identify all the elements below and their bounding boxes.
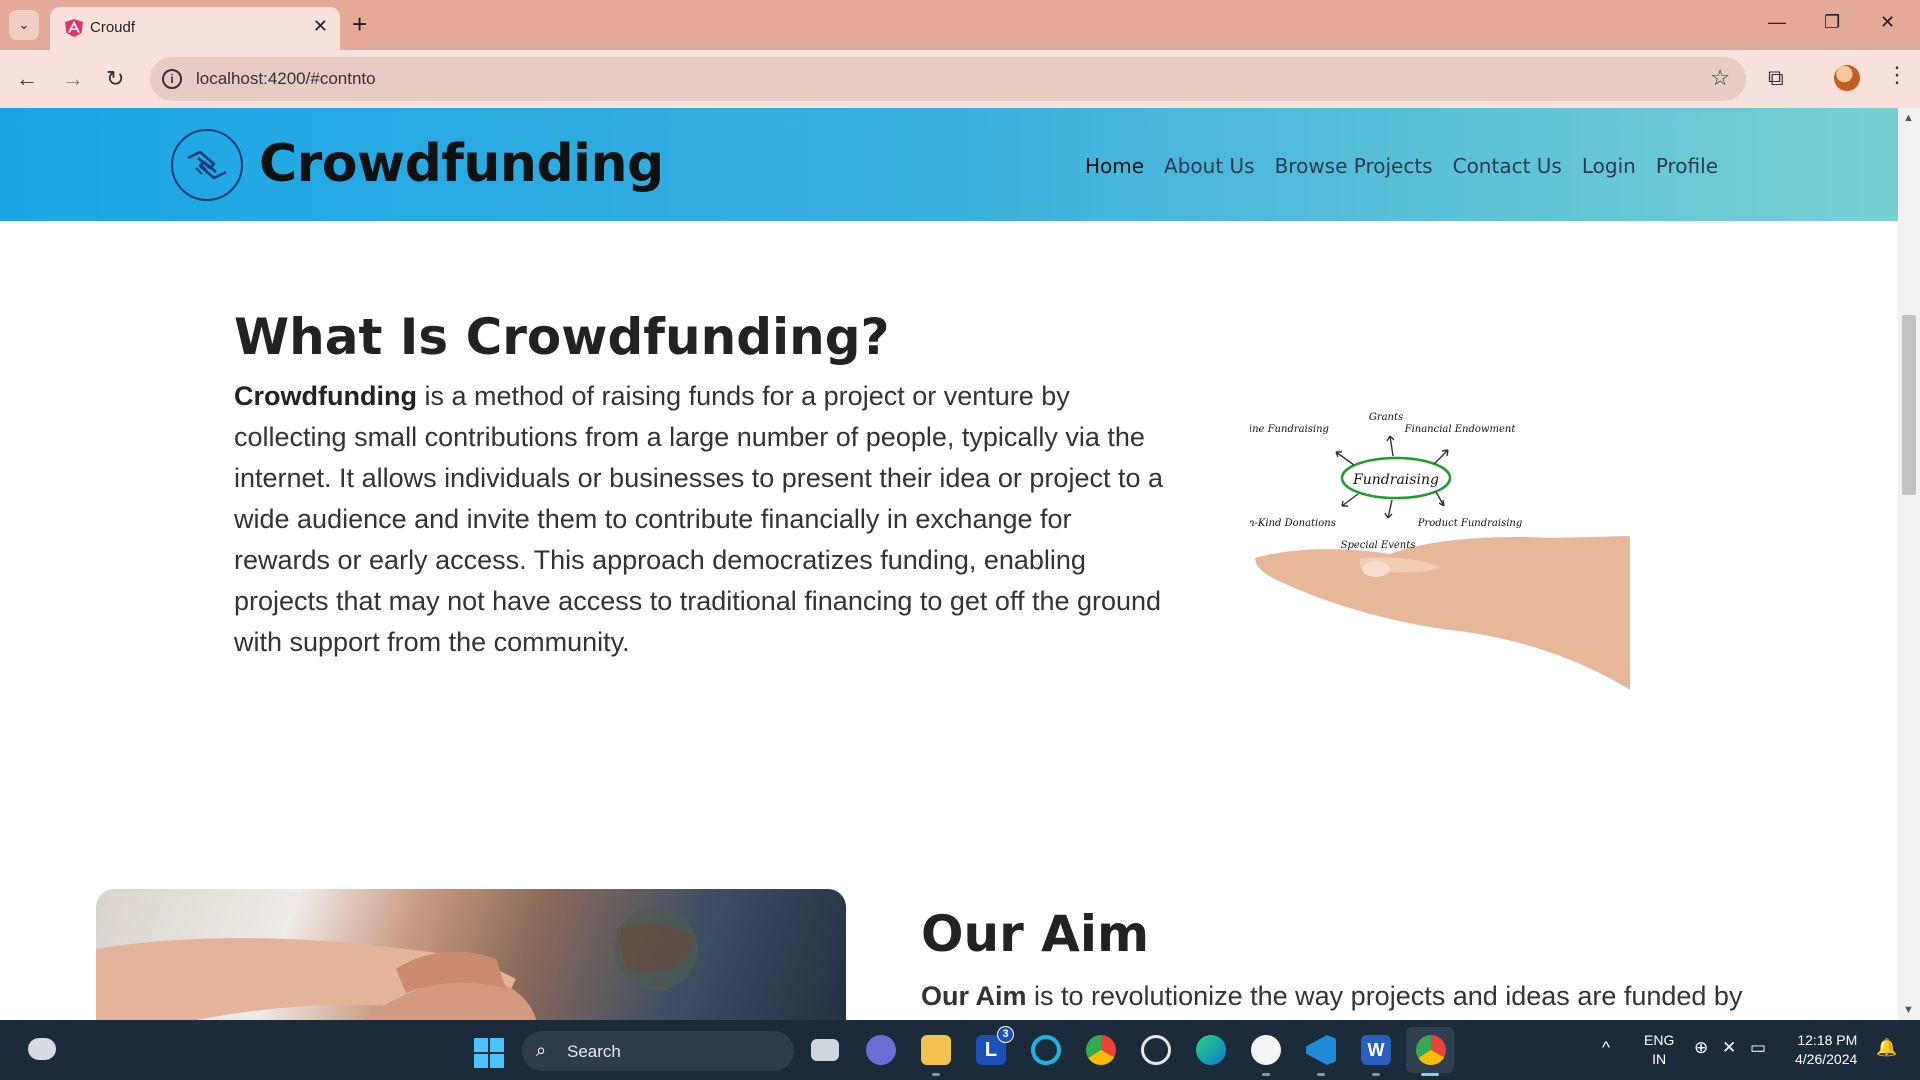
chrome-profile-icon[interactable] [1416, 1035, 1446, 1065]
reload-icon[interactable]: ↻ [106, 64, 124, 94]
start-logo-pane [490, 1054, 504, 1068]
minimize-icon[interactable]: — [1768, 12, 1786, 33]
clock-time: 12:18 PM [1797, 1032, 1858, 1048]
taskbar-search[interactable]: ⌕ Search [522, 1031, 794, 1071]
notifications-icon[interactable]: 🔔 [1876, 1038, 1897, 1058]
system-clock[interactable]: 12:18 PM 4/26/2024 [1795, 1031, 1857, 1069]
browser-tab-bar: ⌄ Croudf ✕ + — ❐ ✕ [0, 0, 1920, 50]
hands-together-photo [96, 889, 846, 1020]
profile-avatar[interactable] [1834, 65, 1860, 91]
teams-chat-icon[interactable] [866, 1035, 896, 1065]
start-logo-pane [474, 1054, 488, 1068]
bookmark-star-icon[interactable]: ☆ [1710, 65, 1730, 91]
vscode-running-indicator [1317, 1073, 1325, 1076]
aim-lead-bold: Our Aim [921, 981, 1027, 1011]
intro-paragraph: Crowdfunding is a method of raising fund… [234, 376, 1164, 663]
cortana-icon[interactable] [1031, 1035, 1061, 1065]
word-running-indicator [1372, 1073, 1380, 1076]
diagram-item-product-fundraising: Product Fundraising [1417, 518, 1523, 529]
close-tab-icon[interactable]: ✕ [313, 16, 328, 37]
address-bar[interactable]: i localhost:4200/#contnto ☆ [150, 57, 1746, 101]
browser-toolbar: ← → ↻ i localhost:4200/#contnto ☆ ⧉ ⋮ [0, 50, 1920, 108]
diagram-item-online-fundraising: Online Fundraising [1250, 424, 1329, 435]
handshake-logo-icon[interactable] [170, 128, 244, 202]
windows-taskbar: ⌕ Search L3 W ^ ENG IN ⊕ ✕ ▭ 12:18 PM 4/… [0, 1020, 1920, 1080]
diagram-item-in-kind-donations: In-Kind Donations [1250, 518, 1336, 529]
fundraising-hand-illustration: Fundraising Online Fundraising Grants Fi… [1250, 412, 1630, 690]
start-button[interactable] [474, 1038, 504, 1068]
task-view-icon[interactable] [811, 1039, 839, 1061]
show-hidden-icons-chevron-icon[interactable]: ^ [1602, 1038, 1610, 1058]
extensions-icon[interactable]: ⧉ [1768, 65, 1784, 91]
notification-badge: 3 [997, 1026, 1014, 1043]
search-label: Search [567, 1042, 621, 1061]
scroll-up-icon[interactable]: ▲ [1903, 112, 1914, 124]
nav-login[interactable]: Login [1582, 154, 1636, 178]
scroll-thumb[interactable] [1902, 315, 1916, 495]
volume-muted-icon[interactable]: ✕ [1722, 1038, 1736, 1058]
diagram-center-label: Fundraising [1352, 472, 1439, 488]
whatsapp-icon[interactable] [1141, 1035, 1171, 1065]
word-icon[interactable]: W [1361, 1035, 1391, 1065]
clock-date: 4/26/2024 [1795, 1051, 1858, 1067]
aim-title: Our Aim [921, 905, 1150, 963]
language-indicator[interactable]: ENG IN [1644, 1031, 1674, 1069]
brand-name[interactable]: Crowdfunding [259, 134, 664, 194]
nav-browse-projects[interactable]: Browse Projects [1275, 154, 1433, 178]
forward-icon[interactable]: → [62, 64, 84, 94]
close-window-icon[interactable]: ✕ [1880, 12, 1895, 33]
page-scrollbar[interactable]: ▲ ▼ [1898, 108, 1920, 1020]
site-info-icon[interactable]: i [162, 69, 182, 89]
mongodb-compass-icon[interactable] [1251, 1035, 1281, 1065]
scroll-down-icon[interactable]: ▼ [1903, 1004, 1914, 1016]
intro-lead-bold: Crowdfunding [234, 381, 417, 411]
restore-icon[interactable]: ❐ [1824, 12, 1840, 33]
linkedin-learning-icon[interactable]: L3 [976, 1026, 1014, 1065]
new-tab-button[interactable]: + [352, 9, 367, 39]
file-explorer-running-indicator [932, 1073, 940, 1076]
angular-logo-icon [65, 19, 83, 37]
tab-title: Croudf [90, 19, 136, 36]
hands-photo-art [96, 907, 698, 1020]
start-logo-pane [474, 1038, 488, 1052]
site-header: Crowdfunding Home About Us Browse Projec… [0, 108, 1898, 221]
battery-icon[interactable]: ▭ [1750, 1038, 1766, 1058]
back-icon[interactable]: ← [16, 64, 38, 94]
file-explorer-icon[interactable] [921, 1035, 951, 1065]
chrome-icon[interactable] [1086, 1035, 1116, 1065]
url-text[interactable]: localhost:4200/#contnto [196, 69, 376, 89]
diagram-item-special-events: Special Events [1341, 540, 1416, 551]
aim-body: is to revolutionize the way projects and… [1026, 981, 1743, 1011]
browser-tab[interactable]: Croudf ✕ [50, 7, 340, 50]
vscode-icon[interactable] [1306, 1035, 1336, 1065]
region-code: IN [1652, 1051, 1667, 1067]
nav-about-us[interactable]: About Us [1164, 154, 1255, 178]
start-logo-pane [490, 1038, 504, 1052]
nav-contact-us[interactable]: Contact Us [1453, 154, 1562, 178]
tab-search-button[interactable]: ⌄ [9, 10, 39, 40]
nav-profile[interactable]: Profile [1656, 154, 1718, 178]
aim-paragraph: Our Aim is to revolutionize the way proj… [921, 976, 1881, 1017]
intro-title: What Is Crowdfunding? [234, 308, 890, 366]
diagram-item-financial-endowment: Financial Endowment [1404, 424, 1517, 435]
diagram-item-grants: Grants [1369, 412, 1403, 423]
page-viewport: Crowdfunding Home About Us Browse Projec… [0, 108, 1898, 1020]
intro-body: is a method of raising funds for a proje… [234, 381, 1163, 657]
edge-icon[interactable] [1196, 1035, 1226, 1065]
browser-menu-icon[interactable]: ⋮ [1886, 62, 1908, 88]
nav-home[interactable]: Home [1085, 154, 1144, 178]
weather-widget-icon[interactable] [28, 1038, 56, 1060]
main-nav: Home About Us Browse Projects Contact Us… [1065, 154, 1718, 178]
network-icon[interactable]: ⊕ [1694, 1038, 1708, 1058]
search-icon: ⌕ [536, 1040, 547, 1060]
language-code: ENG [1644, 1032, 1675, 1048]
chrome-active-indicator [1421, 1073, 1439, 1076]
mongodb-running-indicator [1262, 1073, 1270, 1076]
